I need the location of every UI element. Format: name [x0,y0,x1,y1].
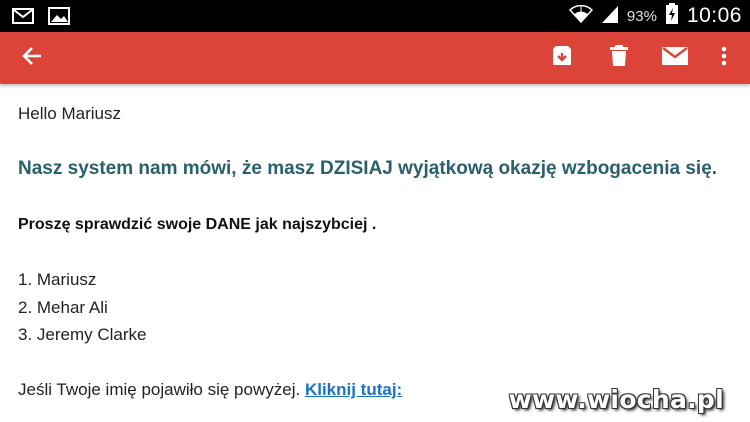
gallery-notification-icon [48,7,70,30]
gmail-notification-icon [12,7,34,30]
watermark: www.wiocha.pl [508,385,724,414]
wifi-icon [568,4,593,29]
battery-percent: 93% [626,7,657,25]
battery-charging-icon [665,2,679,30]
delete-button[interactable] [601,32,637,84]
status-bar: 93% 10:06 [0,0,750,32]
call-to-action-line: Jeśli Twoje imię pojawiło się powyżej. K… [18,380,402,400]
clock: 10:06 [686,4,742,27]
more-options-button[interactable] [712,32,736,84]
more-vert-icon [721,46,727,71]
click-here-link[interactable]: Kliknij tutaj: [305,380,402,399]
delete-icon [609,44,629,72]
back-arrow-icon [21,45,43,72]
app-bar [0,32,750,84]
headline: Nasz system nam mówi, że masz DZISIAJ wy… [18,158,718,179]
list-item: 3. Jeremy Clarke [18,325,147,344]
list-item: 1. Mariusz [18,270,97,289]
list-item: 2. Mehar Ali [18,297,108,317]
mark-unread-button[interactable] [655,32,695,84]
call-to-action-text: Jeśli Twoje imię pojawiło się powyżej. [18,380,301,399]
signal-icon [601,4,619,29]
back-button[interactable] [14,32,50,84]
check-data-text: Proszę sprawdzić swoje DANE jak najszybc… [18,216,377,233]
greeting: Hello Mariusz [18,104,121,123]
mark-unread-icon [661,46,689,71]
archive-button[interactable] [544,32,580,84]
archive-icon [550,45,574,72]
name-list: 1. Mariusz 2. Mehar Ali 3. Jeremy Clarke [18,270,146,353]
